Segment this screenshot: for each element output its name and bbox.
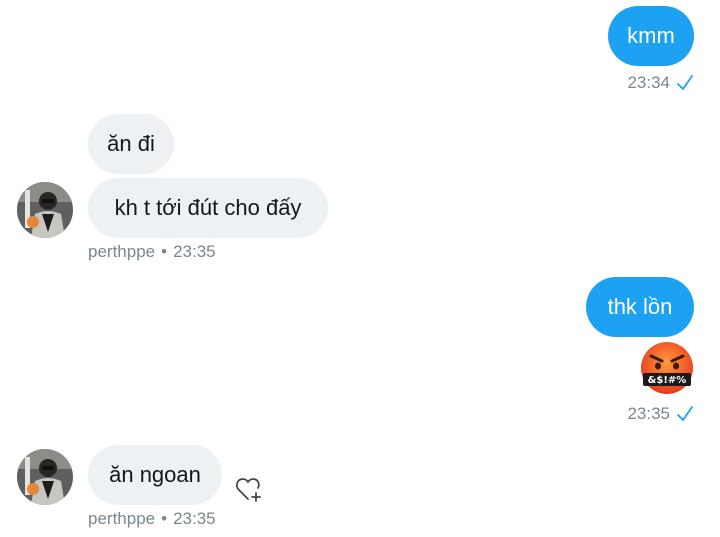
message-time: 23:34 — [627, 73, 670, 92]
message-time: 23:35 — [173, 242, 216, 261]
avatar[interactable] — [17, 449, 73, 505]
message-bubble-received[interactable]: ăn đi — [88, 114, 174, 174]
sender-name[interactable]: perthppe — [88, 242, 155, 262]
avatar-image — [17, 182, 73, 238]
meta-separator: • — [161, 509, 168, 528]
message-text: ăn ngoan — [109, 462, 201, 487]
read-check-icon — [677, 75, 693, 90]
message-text: kmm — [627, 23, 675, 48]
message-text: thk lồn — [607, 294, 673, 319]
message-time: 23:35 — [627, 404, 670, 423]
message-text: ăn đi — [107, 131, 155, 156]
message-meta: perthppe • 23:35 — [88, 509, 216, 529]
message-meta: 23:34 — [627, 73, 694, 93]
read-check-icon — [677, 406, 693, 421]
message-time: 23:35 — [173, 509, 216, 528]
meta-separator: • — [161, 242, 168, 261]
message-bubble-received[interactable]: kh t tới đút cho đấy — [88, 178, 328, 238]
sender-name[interactable]: perthppe — [88, 509, 155, 529]
message-bubble-sent[interactable]: thk lồn — [586, 277, 694, 337]
message-bubble-sent[interactable]: kmm — [608, 6, 694, 66]
dm-conversation: kmm 23:34 ăn đi kh t tới đút cho đấy per… — [0, 0, 720, 537]
message-meta: perthppe • 23:35 — [88, 242, 216, 262]
message-bubble-received[interactable]: ăn ngoan — [88, 445, 222, 505]
avatar[interactable] — [17, 182, 73, 238]
heart-plus-icon[interactable] — [234, 474, 264, 504]
emoji-caption: &$!#% — [648, 375, 687, 386]
pouting-face-with-symbols-emoji[interactable]: &$!#% — [640, 341, 694, 395]
avatar-image — [17, 449, 73, 505]
message-meta: 23:35 — [627, 404, 694, 424]
message-text: kh t tới đút cho đấy — [114, 195, 302, 220]
